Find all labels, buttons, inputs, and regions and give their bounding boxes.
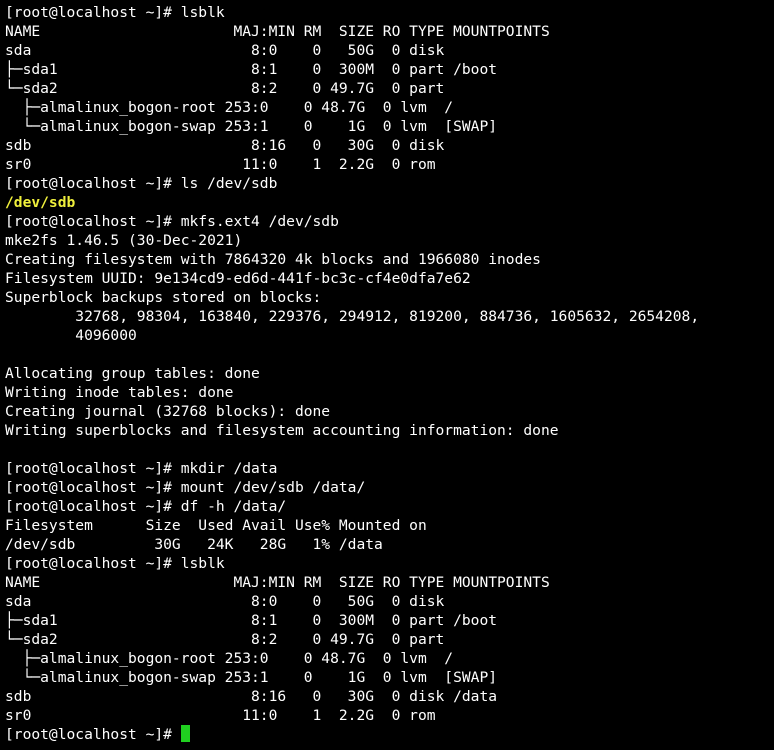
terminal-line: [root@localhost ~]# mount /dev/sdb /data… [5, 479, 366, 496]
highlighted-output-line: /dev/sdb [5, 194, 76, 211]
terminal-line: sdb 8:16 0 30G 0 disk [5, 137, 445, 154]
terminal-line: Creating filesystem with 7864320 4k bloc… [5, 251, 541, 268]
terminal-line: 32768, 98304, 163840, 229376, 294912, 81… [5, 308, 700, 325]
terminal-line: ├─sda1 8:1 0 300M 0 part /boot [5, 61, 498, 78]
terminal-line: Filesystem Size Used Avail Use% Mounted … [5, 517, 427, 534]
terminal-line: └─almalinux_bogon-swap 253:1 0 1G 0 lvm … [5, 669, 498, 686]
terminal-line: ├─almalinux_bogon-root 253:0 0 48.7G 0 l… [5, 650, 454, 667]
terminal-line: sda 8:0 0 50G 0 disk [5, 42, 445, 59]
terminal-line: Writing superblocks and filesystem accou… [5, 422, 559, 439]
terminal-line: [root@localhost ~]# mkfs.ext4 /dev/sdb [5, 213, 339, 230]
shell-prompt: [root@localhost ~]# [5, 726, 181, 743]
terminal-line: mke2fs 1.46.5 (30-Dec-2021) [5, 232, 243, 249]
terminal-line: [root@localhost ~]# df -h /data/ [5, 498, 287, 515]
terminal-line: [root@localhost ~]# ls /dev/sdb [5, 175, 278, 192]
terminal-line: Superblock backups stored on blocks: [5, 289, 322, 306]
terminal-line: sr0 11:0 1 2.2G 0 rom [5, 707, 436, 724]
terminal-line: [root@localhost ~]# lsblk [5, 555, 225, 572]
terminal-line: sda 8:0 0 50G 0 disk [5, 593, 445, 610]
terminal-line: ├─sda1 8:1 0 300M 0 part /boot [5, 612, 498, 629]
terminal-line: ├─almalinux_bogon-root 253:0 0 48.7G 0 l… [5, 99, 454, 116]
terminal-window[interactable]: [root@localhost ~]# lsblk NAME MAJ:MIN R… [0, 0, 774, 750]
terminal-line: └─sda2 8:2 0 49.7G 0 part [5, 631, 445, 648]
terminal-line: Filesystem UUID: 9e134cd9-ed6d-441f-bc3c… [5, 270, 471, 287]
terminal-line: └─almalinux_bogon-swap 253:1 0 1G 0 lvm … [5, 118, 498, 135]
terminal-line: └─sda2 8:2 0 49.7G 0 part [5, 80, 445, 97]
terminal-line: Creating journal (32768 blocks): done [5, 403, 331, 420]
terminal-line: 4096000 [5, 327, 137, 344]
terminal-line: [root@localhost ~]# mkdir /data [5, 460, 278, 477]
text-cursor [180, 725, 190, 742]
terminal-line: /dev/sdb 30G 24K 28G 1% /data [5, 536, 383, 553]
terminal-line: Allocating group tables: done [5, 365, 260, 382]
terminal-line: Writing inode tables: done [5, 384, 234, 401]
prompt-line[interactable]: [root@localhost ~]# [5, 725, 774, 744]
terminal-line: NAME MAJ:MIN RM SIZE RO TYPE MOUNTPOINTS [5, 23, 550, 40]
terminal-line: sdb 8:16 0 30G 0 disk /data [5, 688, 498, 705]
terminal-line: [root@localhost ~]# lsblk [5, 4, 225, 21]
terminal-line: sr0 11:0 1 2.2G 0 rom [5, 156, 436, 173]
terminal-line: NAME MAJ:MIN RM SIZE RO TYPE MOUNTPOINTS [5, 574, 550, 591]
